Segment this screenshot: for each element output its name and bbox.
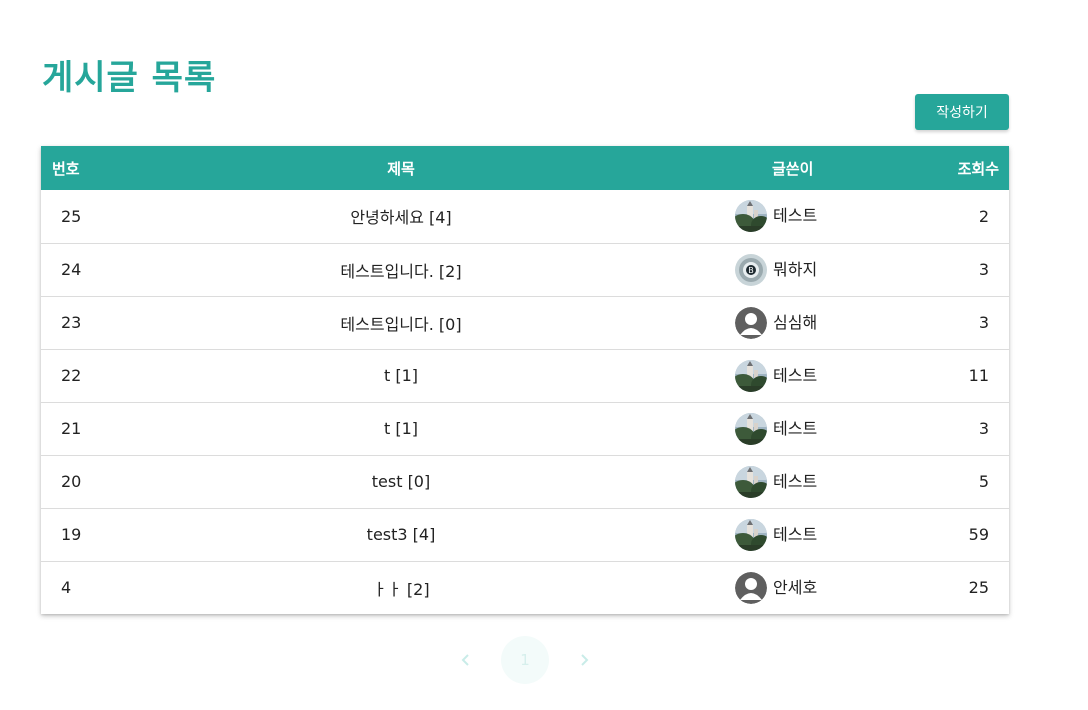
avatar — [735, 200, 767, 233]
post-title-link[interactable]: t [1] — [111, 349, 691, 402]
post-title-link[interactable]: ㅏㅏ [2] — [111, 561, 691, 614]
post-author: 테스트 — [691, 402, 891, 455]
post-author: B 뭐하지 — [691, 243, 891, 296]
author-name: 테스트 — [773, 418, 818, 438]
table-row[interactable]: 20 test [0] 테스트 5 — [41, 455, 1009, 508]
post-title-link[interactable]: test [0] — [111, 455, 691, 508]
post-views: 25 — [968, 578, 989, 598]
table-row[interactable]: 23 테스트입니다. [0] 심심해 3 — [41, 296, 1009, 349]
post-author: 안세호 — [691, 561, 891, 614]
post-title-link[interactable]: 테스트입니다. [2] — [111, 243, 691, 296]
post-title-link[interactable]: 테스트입니다. [0] — [111, 296, 691, 349]
pagination: 1 — [450, 636, 600, 684]
avatar — [735, 306, 767, 339]
author-name: 테스트 — [773, 365, 818, 385]
post-number: 21 — [61, 419, 82, 438]
avatar — [735, 412, 767, 445]
chevron-right-icon[interactable] — [569, 645, 599, 675]
author-name: 뭐하지 — [773, 259, 818, 279]
post-views: 11 — [968, 366, 989, 385]
post-number: 25 — [61, 206, 82, 226]
post-views: 5 — [978, 472, 989, 491]
post-author: 테스트 — [691, 190, 891, 243]
avatar — [735, 518, 767, 551]
table-header: 번호 제목 글쓴이 조회수 — [41, 146, 1009, 190]
avatar: B — [735, 253, 767, 286]
avatar — [735, 571, 767, 604]
post-number: 20 — [61, 472, 82, 491]
chevron-left-icon[interactable] — [451, 645, 481, 675]
header-no: 번호 — [52, 159, 80, 178]
table-row[interactable]: 21 t [1] 테스트 3 — [41, 402, 1009, 455]
table-row[interactable]: 19 test3 [4] 테스트 59 — [41, 508, 1009, 561]
post-views: 59 — [968, 525, 989, 544]
post-number: 22 — [61, 366, 82, 385]
avatar — [735, 465, 767, 498]
table-row[interactable]: 25 안녕하세요 [4] 테스트 2 — [41, 190, 1009, 243]
write-post-button[interactable]: 작성하기 — [915, 94, 1009, 130]
avatar — [735, 359, 767, 392]
table-row[interactable]: 24 테스트입니다. [2] B 뭐하지 3 — [41, 243, 1009, 296]
post-views: 3 — [978, 419, 989, 438]
post-number: 4 — [61, 578, 72, 598]
table-row[interactable]: 22 t [1] 테스트 11 — [41, 349, 1009, 402]
post-number: 24 — [61, 260, 82, 279]
page-number-current[interactable]: 1 — [501, 636, 549, 684]
header-title: 제목 — [387, 159, 415, 178]
author-name: 심심해 — [773, 312, 818, 332]
post-list-table: 번호 제목 글쓴이 조회수 25 안녕하세요 [4] 테스트 2 24 테스트입니다. [… — [41, 146, 1009, 614]
post-views: 3 — [978, 260, 989, 279]
header-views: 조회수 — [957, 159, 999, 178]
author-name: 테스트 — [773, 471, 818, 491]
table-row[interactable]: 4 ㅏㅏ [2] 안세호 25 — [41, 561, 1009, 614]
post-author: 테스트 — [691, 455, 891, 508]
post-title-link[interactable]: t [1] — [111, 402, 691, 455]
svg-text:B: B — [748, 266, 754, 275]
page-title: 게시글 목록 — [42, 58, 217, 98]
author-name: 안세호 — [773, 577, 818, 597]
author-name: 테스트 — [773, 206, 818, 226]
author-name: 테스트 — [773, 524, 818, 544]
post-title-link[interactable]: test3 [4] — [111, 508, 691, 561]
post-author: 심심해 — [691, 296, 891, 349]
post-number: 19 — [61, 525, 82, 544]
header-author: 글쓴이 — [772, 159, 814, 178]
post-author: 테스트 — [691, 349, 891, 402]
post-number: 23 — [61, 313, 82, 332]
post-author: 테스트 — [691, 508, 891, 561]
post-views: 2 — [978, 206, 989, 226]
post-title-link[interactable]: 안녕하세요 [4] — [111, 190, 691, 243]
post-views: 3 — [978, 313, 989, 332]
